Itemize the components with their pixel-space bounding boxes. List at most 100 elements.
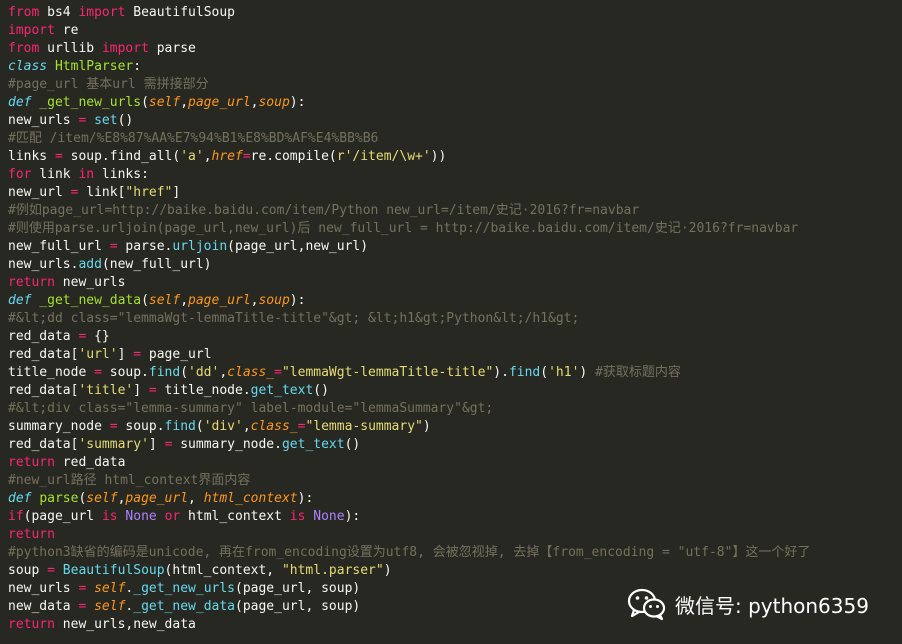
code-line[interactable]: red_data['summary'] = summary_node.get_t…: [8, 436, 902, 454]
code-token: title_node.: [156, 383, 251, 398]
code-token: "lemmaWgt-lemmaTitle-title": [281, 365, 494, 380]
code-token: ,: [188, 491, 204, 506]
code-line[interactable]: if(page_url is None or html_context is N…: [8, 508, 902, 526]
code-token: class_: [227, 365, 275, 380]
code-token: ,: [219, 365, 228, 380]
code-token: "lemma-summary": [305, 419, 423, 434]
code-line[interactable]: for link in links:: [8, 166, 902, 184]
code-token: ):: [297, 491, 314, 506]
code-line[interactable]: import re: [8, 22, 902, 40]
code-token: )): [430, 149, 447, 164]
code-token: ):: [289, 95, 306, 110]
code-token: import: [78, 5, 126, 20]
code-token: bs4: [39, 5, 79, 20]
code-token: self: [86, 491, 118, 506]
code-token: (: [180, 365, 189, 380]
code-token: parse: [148, 41, 196, 56]
code-line[interactable]: #匹配 /item/%E8%87%AA%E7%94%B1%E8%BD%AF%E4…: [8, 130, 902, 148]
code-editor[interactable]: from bs4 import BeautifulSoup import re fr…: [8, 4, 902, 634]
code-line[interactable]: title_node = soup.find('dd',class_="lemm…: [8, 364, 902, 382]
code-token: (: [141, 293, 149, 308]
code-token: get_text: [281, 437, 345, 452]
code-token: is: [289, 509, 306, 524]
code-line[interactable]: #例如page_url=http://baike.baidu.com/item/…: [8, 202, 902, 220]
code-line[interactable]: links = soup.find_all('a',href=re.compil…: [8, 148, 902, 166]
code-token: ): [422, 419, 431, 434]
code-token: {}: [86, 329, 110, 344]
code-token: 'title': [78, 383, 134, 398]
code-line[interactable]: class HtmlParser:: [8, 58, 902, 76]
code-token: self: [94, 599, 126, 614]
code-line[interactable]: #&lt;div class="lemma-summary" label-mod…: [8, 400, 902, 418]
code-line[interactable]: return red_data: [8, 454, 902, 472]
code-line[interactable]: return: [8, 526, 902, 544]
code-token: find: [148, 365, 181, 380]
code-line[interactable]: soup = BeautifulSoup(html_context, "html…: [8, 562, 902, 580]
code-token: 'div': [203, 419, 243, 434]
code-token: (: [141, 95, 149, 110]
code-token: new_urls: [54, 275, 126, 290]
code-token: re: [54, 23, 79, 38]
code-line[interactable]: summary_node = soup.find('div',class_="l…: [8, 418, 902, 436]
code-token: find: [164, 419, 196, 434]
code-token: ):: [344, 509, 361, 524]
watermark-text: 微信号: python6359: [675, 593, 869, 618]
code-line[interactable]: red_data['title'] = title_node.get_text(…: [8, 382, 902, 400]
code-token: =: [148, 383, 157, 398]
code-line[interactable]: red_data['url'] = page_url: [8, 346, 902, 364]
code-token: #page_url 基本url 需拼接部分: [8, 77, 209, 92]
code-line[interactable]: new_full_url = parse.urljoin(page_url,ne…: [8, 238, 902, 256]
code-token: self: [148, 293, 181, 308]
code-line[interactable]: new_url = link["href"]: [8, 184, 902, 202]
code-line[interactable]: from urllib import parse: [8, 40, 902, 58]
code-token: title_node: [8, 365, 95, 380]
code-line[interactable]: red_data = {}: [8, 328, 902, 346]
code-line[interactable]: #&lt;dd class="lemmaWgt-lemmaTitle-title…: [8, 310, 902, 328]
code-token: :: [133, 59, 142, 74]
code-line[interactable]: def parse(self,page_url, html_context):: [8, 490, 902, 508]
code-token: ]: [172, 185, 181, 200]
code-token: ): [383, 563, 392, 578]
code-token: soup: [258, 95, 290, 110]
code-token: soup.find_all(: [62, 149, 181, 164]
code-line[interactable]: def _get_new_urls(self,page_url,soup):: [8, 94, 902, 112]
code-token: ):: [289, 293, 306, 308]
code-line[interactable]: new_urls = set(): [8, 112, 902, 130]
code-token: from: [8, 5, 40, 20]
code-token: #python3缺省的编码是unicode, 再在from_encoding设置…: [8, 545, 811, 560]
watermark: 微信号: python6359: [627, 587, 869, 621]
code-token: ,: [180, 95, 189, 110]
code-token: (: [540, 365, 549, 380]
code-token: page_url: [125, 491, 189, 506]
code-token: r'/item/\w+': [336, 149, 431, 164]
code-line[interactable]: return new_urls: [8, 274, 902, 292]
code-token: BeautifulSoup: [125, 5, 235, 20]
code-line[interactable]: #则使用parse.urljoin(page_url,new_url)后 new…: [8, 220, 902, 238]
code-line[interactable]: new_urls.add(new_full_url): [8, 256, 902, 274]
code-token: parse.: [117, 239, 173, 254]
code-token: (): [313, 383, 329, 398]
code-token: return: [8, 617, 55, 632]
code-line[interactable]: #new_url路径 html_context界面内容: [8, 472, 902, 490]
code-token: get_text: [250, 383, 314, 398]
code-token: new_urls: [8, 581, 79, 596]
code-token: new_data: [8, 599, 79, 614]
code-line[interactable]: #page_url 基本url 需拼接部分: [8, 76, 902, 94]
code-token: _get_new_urls: [39, 95, 142, 110]
code-line[interactable]: def _get_new_data(self,page_url,soup):: [8, 292, 902, 310]
code-line[interactable]: from bs4 import BeautifulSoup: [8, 4, 902, 22]
code-token: parse: [39, 491, 79, 506]
code-line[interactable]: #python3缺省的编码是unicode, 再在from_encoding设置…: [8, 544, 902, 562]
code-token: (: [195, 419, 204, 434]
code-token: summary_node.: [172, 437, 282, 452]
code-token: is: [101, 509, 118, 524]
code-token: class_: [250, 419, 298, 434]
code-token: html_context: [180, 509, 290, 524]
code-token: from: [8, 41, 40, 56]
code-token: 'summary': [78, 437, 149, 452]
code-token: soup.: [101, 365, 149, 380]
code-token: or: [164, 509, 181, 524]
code-token: red_data[: [8, 347, 79, 362]
